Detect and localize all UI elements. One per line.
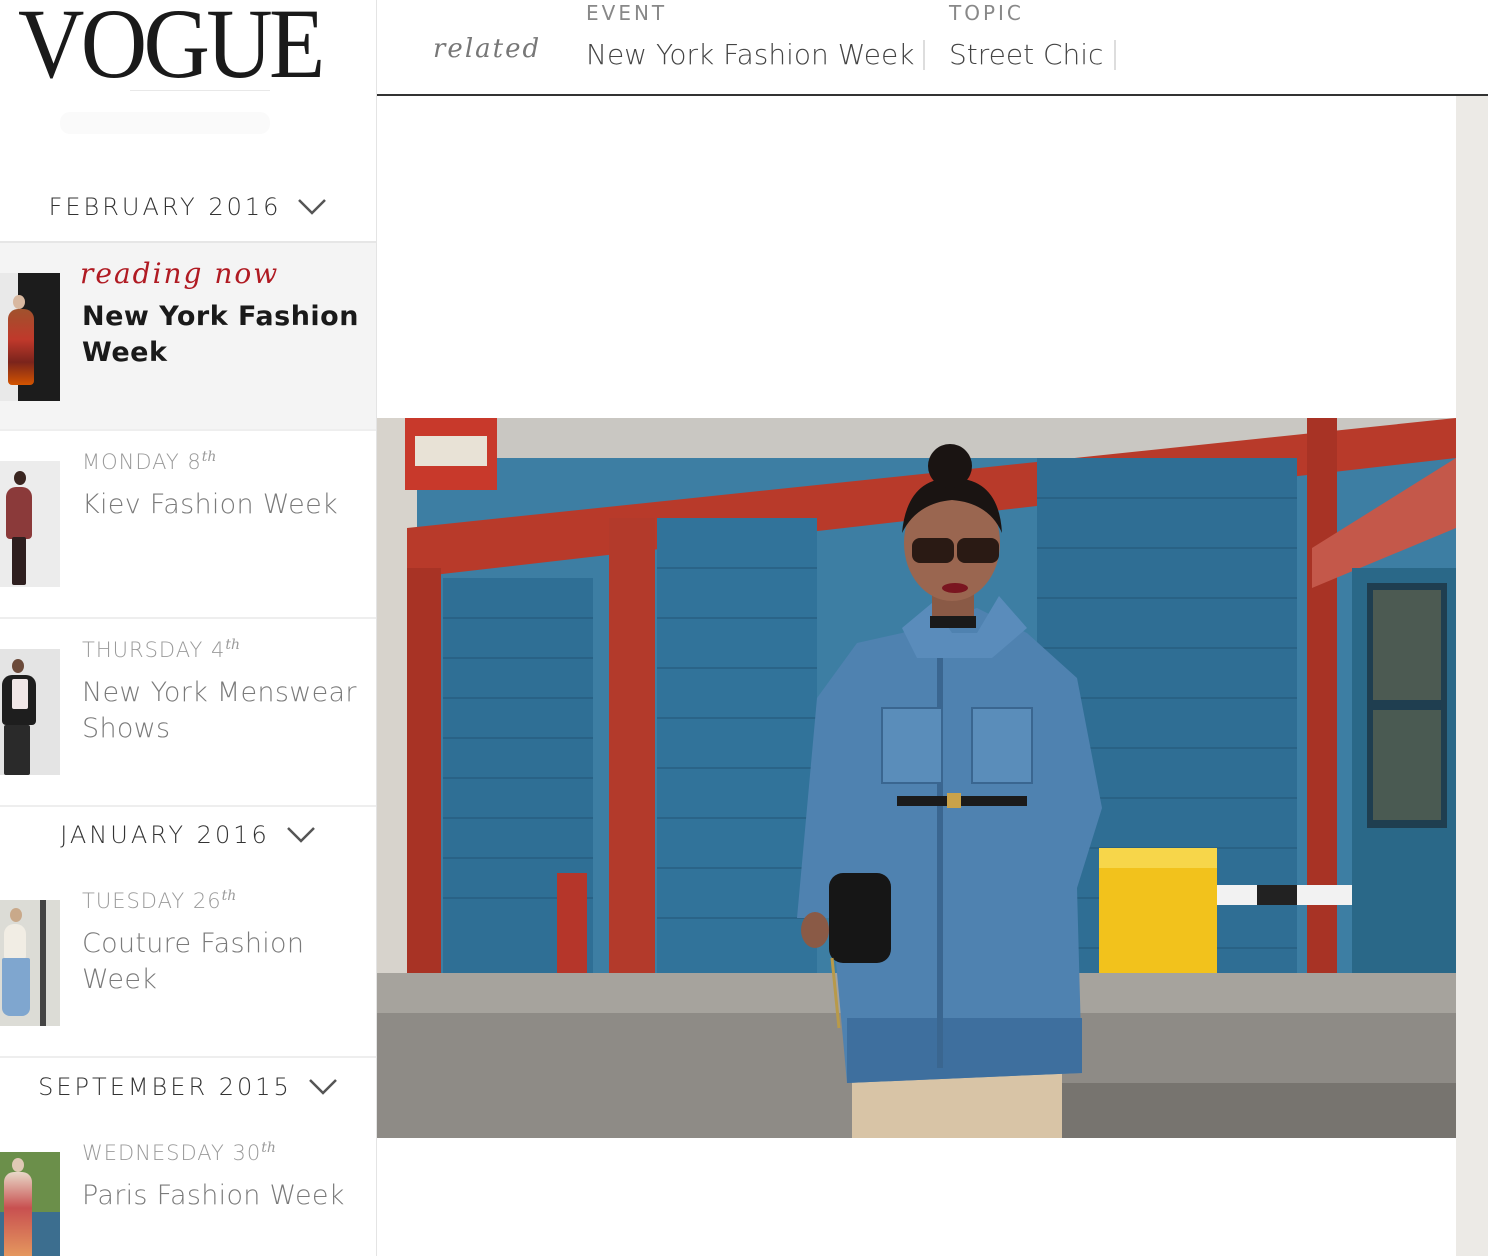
separator [1114,40,1116,70]
article-thumbnail [0,273,60,401]
date-day: THURSDAY 4 [82,638,226,662]
date-day: MONDAY 8 [82,450,202,474]
street-style-image [377,418,1456,1138]
month-header-january-2016[interactable]: JANUARY 2016 [0,805,376,865]
separator [923,40,925,70]
article-date: TUESDAY 26th [82,888,236,913]
article-date: WEDNESDAY 30th [82,1140,276,1165]
hero-photo[interactable] [377,418,1456,1138]
article-title: Couture Fashion Week [82,928,305,995]
date-suffix: th [225,637,240,653]
scroll-gutter [1456,96,1488,1256]
article-title: Kiev Fashion Week [82,489,338,520]
article-thumbnail [0,1152,60,1256]
article-title: Paris Fashion Week [82,1180,345,1211]
chevron-down-icon [286,825,316,845]
event-link[interactable]: New York Fashion Week [586,38,914,71]
event-label: EVENT [586,1,668,25]
article-date: MONDAY 8th [82,449,216,474]
logo-divider [130,90,270,91]
article-title: New York Menswear Shows [82,677,357,744]
month-label: SEPTEMBER 2015 [38,1073,292,1101]
chevron-down-icon [297,197,327,217]
sidebar-item-paris[interactable]: WEDNESDAY 30th Paris Fashion Week [0,1122,376,1256]
month-label: JANUARY 2016 [60,821,270,849]
vogue-logo[interactable]: VOGUE [18,0,325,94]
month-header-september-2015[interactable]: SEPTEMBER 2015 [0,1057,376,1117]
article-title: New York Fashion Week [82,301,359,368]
reading-now-label: reading now [80,257,280,290]
sidebar: VOGUE FEBRUARY 2016 reading now New York… [0,0,377,1256]
article-date: THURSDAY 4th [82,637,240,662]
month-label: FEBRUARY 2016 [48,193,282,221]
logo-tagline-placeholder [60,112,270,134]
chevron-down-icon [308,1077,338,1097]
article-thumbnail [0,900,60,1026]
topic-link[interactable]: Street Chic [949,38,1103,71]
date-suffix: th [261,1140,276,1156]
related-label: related [433,34,542,64]
article-thumbnail [0,649,60,775]
sidebar-item-couture[interactable]: TUESDAY 26th Couture Fashion Week [0,870,376,1058]
date-day: TUESDAY 26 [82,889,222,913]
related-bar: related EVENT New York Fashion Week TOPI… [377,0,1488,96]
sidebar-item-current[interactable]: reading now New York Fashion Week [0,241,376,431]
sidebar-item-kiev[interactable]: MONDAY 8th Kiev Fashion Week [0,431,376,619]
topic-label: TOPIC [949,1,1024,25]
article-thumbnail [0,461,60,587]
date-suffix: th [221,888,237,904]
date-day: WEDNESDAY 30 [82,1141,262,1165]
sidebar-item-ny-menswear[interactable]: THURSDAY 4th New York Menswear Shows [0,619,376,807]
date-suffix: th [201,449,217,465]
month-header-february-2016[interactable]: FEBRUARY 2016 [0,177,376,237]
